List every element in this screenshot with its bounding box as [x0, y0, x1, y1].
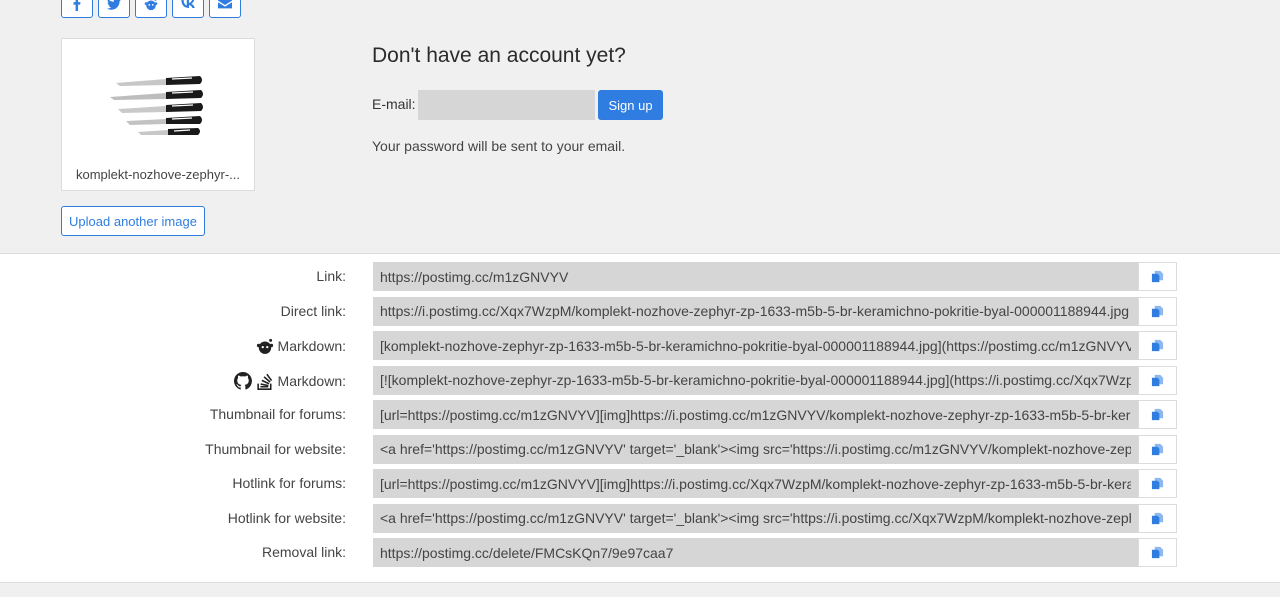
github-markdown-row: Markdown:	[0, 365, 1280, 401]
copy-button[interactable]	[1138, 400, 1177, 429]
twitter-icon	[107, 0, 121, 10]
copy-icon	[1151, 443, 1164, 455]
copy-button[interactable]	[1138, 469, 1177, 498]
hotlink-website-label: Hotlink for website:	[227, 509, 346, 526]
copy-button[interactable]	[1138, 296, 1177, 326]
thumbnail-website-label: Thumbnail for website:	[205, 440, 346, 457]
share-reddit-button[interactable]	[135, 0, 167, 18]
password-note: Your password will be sent to your email…	[372, 138, 626, 154]
reddit-icon	[144, 0, 158, 11]
hotlink-forums-row: Hotlink for forums:	[0, 469, 1280, 504]
copy-button[interactable]	[1138, 434, 1177, 464]
copy-icon	[1151, 546, 1164, 559]
direct-link-field[interactable]	[373, 296, 1138, 326]
github-markdown-label: Markdown:	[233, 371, 346, 390]
hotlink-website-row: Hotlink for website:	[0, 503, 1280, 539]
direct-link-row: Direct link:	[0, 296, 1280, 332]
github-markdown-field[interactable]	[373, 365, 1138, 395]
copy-button[interactable]	[1138, 262, 1177, 291]
hotlink-website-field[interactable]	[373, 503, 1138, 533]
reddit-markdown-row: Markdown:	[0, 331, 1280, 366]
facebook-icon	[73, 0, 81, 11]
thumbnail-forums-field[interactable]	[373, 400, 1138, 429]
copy-button[interactable]	[1138, 331, 1177, 360]
footer-band	[0, 582, 1280, 597]
copy-icon	[1151, 270, 1164, 283]
copy-button[interactable]	[1138, 365, 1177, 395]
copy-icon	[1151, 477, 1164, 490]
share-links-list: Link: Direct link: Markdown: Markdown: T…	[0, 262, 1280, 573]
share-vk-button[interactable]	[172, 0, 204, 18]
copy-button[interactable]	[1138, 538, 1177, 567]
thumbnail-website-field[interactable]	[373, 434, 1138, 464]
envelope-icon	[218, 0, 232, 9]
email-input[interactable]	[418, 90, 595, 120]
share-twitter-button[interactable]	[98, 0, 130, 18]
thumbnail-forums-row: Thumbnail for forums:	[0, 400, 1280, 435]
signup-title: Don't have an account yet?	[372, 44, 626, 67]
copy-icon	[1151, 408, 1164, 421]
upload-result-panel: komplekt-nozhove-zephyr-... Upload anoth…	[0, 0, 1280, 254]
copy-icon	[1151, 512, 1164, 524]
link-label: Link:	[316, 268, 346, 284]
share-buttons	[61, 0, 241, 18]
copy-icon	[1151, 374, 1164, 386]
copy-icon	[1151, 339, 1164, 352]
upload-another-button[interactable]: Upload another image	[61, 206, 205, 236]
share-email-button[interactable]	[209, 0, 241, 18]
copy-button[interactable]	[1138, 503, 1177, 533]
stack-overflow-icon	[256, 373, 272, 390]
link-field[interactable]	[373, 262, 1138, 291]
vk-icon	[181, 0, 195, 8]
removal-link-row: Removal link:	[0, 538, 1280, 573]
reddit-markdown-label: Markdown:	[256, 337, 346, 355]
removal-link-field[interactable]	[373, 538, 1138, 567]
removal-link-label: Removal link:	[261, 544, 346, 560]
image-thumbnail-card[interactable]: komplekt-nozhove-zephyr-...	[61, 38, 255, 191]
link-row: Link:	[0, 262, 1280, 297]
signup-button[interactable]: Sign up	[598, 90, 663, 120]
knife-set-image	[110, 76, 203, 135]
direct-link-label: Direct link:	[280, 302, 346, 319]
thumbnail-forums-label: Thumbnail for forums:	[209, 406, 346, 422]
share-facebook-button[interactable]	[61, 0, 93, 18]
thumbnail-caption: komplekt-nozhove-zephyr-...	[75, 167, 240, 182]
hotlink-forums-label: Hotlink for forums:	[232, 475, 346, 491]
thumbnail-website-row: Thumbnail for website:	[0, 434, 1280, 470]
reddit-markdown-field[interactable]	[373, 331, 1138, 360]
copy-icon	[1151, 305, 1164, 317]
github-icon	[233, 371, 252, 390]
reddit-icon	[256, 338, 273, 354]
email-label: E-mail:	[372, 96, 416, 112]
hotlink-forums-field[interactable]	[373, 469, 1138, 498]
